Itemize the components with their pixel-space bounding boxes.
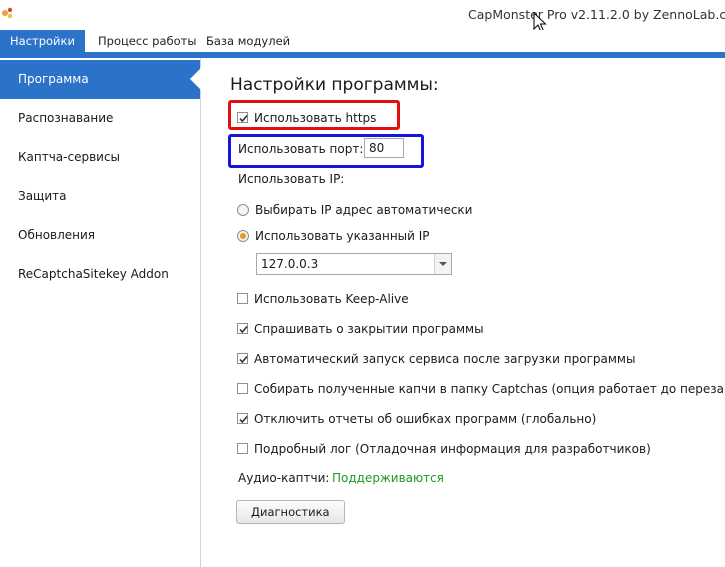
use-ip-label: Использовать IP: (238, 172, 345, 186)
app-logo-icon (2, 7, 13, 19)
sidebar-item-recaptcha-addon[interactable]: ReCaptchaSitekey Addon (0, 255, 200, 294)
tab-modules-base[interactable]: База модулей (196, 30, 300, 52)
sidebar-item-label: Каптча-сервисы (18, 150, 121, 164)
sidebar-item-label: Распознавание (18, 111, 114, 125)
sidebar-item-label: Программа (18, 72, 89, 86)
checkmark-icon (239, 415, 248, 424)
sidebar-item-recognition[interactable]: Распознавание (0, 99, 200, 138)
verbose-log-label: Подробный лог (Отладочная информация для… (254, 442, 651, 456)
diagnostics-button[interactable]: Диагностика (236, 500, 345, 524)
keep-alive-label: Использовать Keep-Alive (254, 292, 409, 306)
main-tab-bar: Настройки Процесс работы База модулей (0, 30, 725, 52)
settings-panel: Настройки программы: Использовать https … (201, 58, 725, 567)
checkmark-icon (239, 325, 248, 334)
ip-select[interactable]: 127.0.0.3 (256, 253, 452, 275)
sidebar-item-protection[interactable]: Защита (0, 177, 200, 216)
title-bar: CapMonster Pro v2.11.2.0 by ZennoLab.com (0, 0, 725, 33)
disable-reports-label: Отключить отчеты об ошибках программ (гл… (254, 412, 597, 426)
ask-on-close-label: Спрашивать о закрытии программы (254, 322, 484, 336)
audio-captcha-label: Аудио-каптчи: (238, 471, 330, 485)
window-title: CapMonster Pro v2.11.2.0 by ZennoLab.com (468, 7, 725, 22)
port-input[interactable]: 80 (364, 138, 404, 158)
sidebar-item-label: Обновления (18, 228, 96, 242)
ip-auto-radio[interactable] (237, 204, 249, 216)
checkmark-icon (239, 114, 248, 123)
chevron-down-icon[interactable] (434, 254, 451, 274)
use-https-label: Использовать https (254, 111, 377, 125)
collect-captchas-checkbox[interactable] (237, 383, 248, 394)
audio-captcha-status: Поддерживаются (332, 471, 444, 485)
verbose-log-checkbox[interactable] (237, 443, 248, 454)
autostart-label: Автоматический запуск сервиса после загр… (254, 352, 636, 366)
sidebar-item-program[interactable]: Программа (0, 60, 201, 99)
ask-on-close-checkbox[interactable] (237, 323, 248, 334)
checkmark-icon (239, 355, 248, 364)
use-port-label: Использовать порт: (238, 142, 364, 156)
page-title: Настройки программы: (230, 75, 439, 95)
collect-captchas-label: Собирать полученные капчи в папку Captch… (254, 382, 725, 396)
ip-auto-label: Выбирать IP адрес автоматически (255, 203, 473, 217)
sidebar: Программа Распознавание Каптча-сервисы З… (0, 58, 201, 567)
autostart-checkbox[interactable] (237, 353, 248, 364)
tab-process[interactable]: Процесс работы (88, 30, 206, 52)
tab-settings[interactable]: Настройки (0, 30, 85, 52)
keep-alive-checkbox[interactable] (237, 293, 248, 304)
use-https-checkbox[interactable] (237, 112, 248, 123)
ip-manual-radio[interactable] (237, 230, 249, 242)
sidebar-item-label: Защита (18, 189, 67, 203)
disable-reports-checkbox[interactable] (237, 413, 248, 424)
sidebar-item-updates[interactable]: Обновления (0, 216, 200, 255)
sidebar-item-captcha-services[interactable]: Каптча-сервисы (0, 138, 200, 177)
active-pointer-icon (190, 68, 201, 90)
ip-manual-label: Использовать указанный IP (255, 229, 430, 243)
sidebar-item-label: ReCaptchaSitekey Addon (18, 267, 169, 281)
ip-select-value: 127.0.0.3 (261, 257, 319, 271)
